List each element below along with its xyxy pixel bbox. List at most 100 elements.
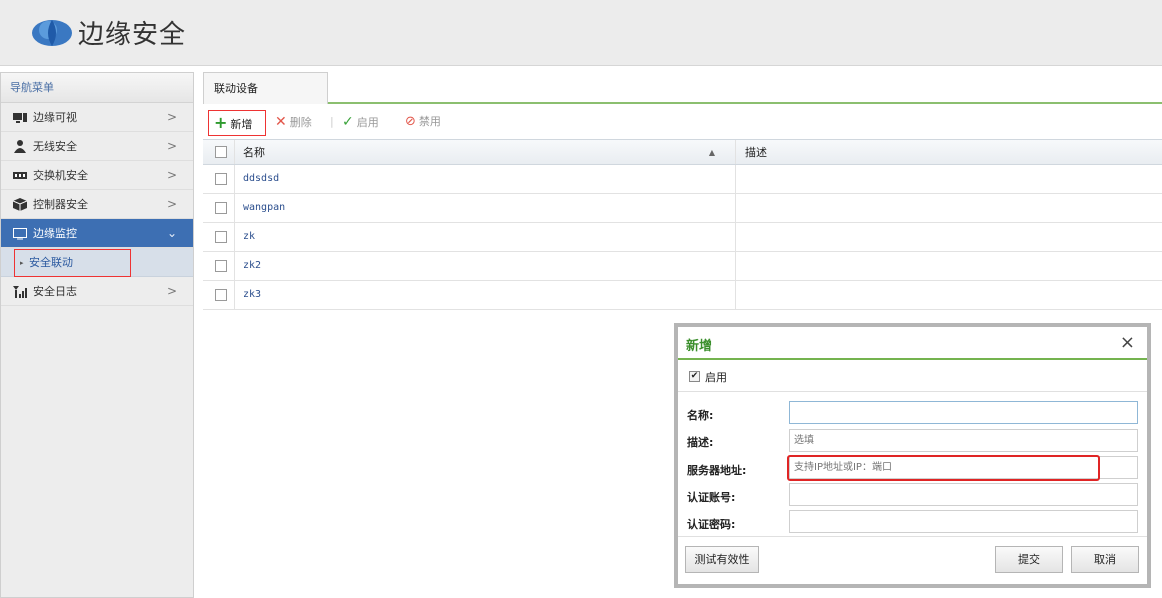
table-row[interactable]: zk2 <box>203 252 1162 281</box>
check-icon: ✓ <box>342 114 354 130</box>
row-name: wangpan <box>236 194 736 222</box>
row-checkbox[interactable] <box>215 202 227 214</box>
test-validity-button[interactable]: 测试有效性 <box>685 546 759 573</box>
ban-icon: ⊘ <box>405 114 416 129</box>
column-header-desc[interactable]: 描述 <box>737 140 1162 164</box>
sidebar-title: 导航菜单 <box>1 73 193 103</box>
sidebar-item-controller-security[interactable]: 控制器安全 > <box>1 190 193 219</box>
row-desc <box>737 252 1162 280</box>
app-header: 边缘安全 <box>0 0 1162 66</box>
chevron-right-icon: > <box>166 139 177 153</box>
sort-asc-icon: ▲ <box>708 148 715 157</box>
delete-button-label: 删除 <box>289 116 312 129</box>
sidebar-item-switch-security[interactable]: 交换机安全 > <box>1 161 193 190</box>
table-header: 名称 ▲ 描述 <box>203 139 1162 165</box>
sidebar-item-label: 控制器安全 <box>33 198 88 211</box>
auth-account-field-label: 认证账号: <box>687 491 736 504</box>
auth-account-field[interactable] <box>789 483 1138 506</box>
sidebar-item-security-log[interactable]: 安全日志 > <box>1 277 193 306</box>
table-row[interactable]: zk3 <box>203 281 1162 310</box>
dialog-footer: 测试有效性 提交 取消 <box>678 536 1147 584</box>
server-address-highlight <box>787 455 1100 481</box>
cube-icon <box>13 198 27 211</box>
logo-icon <box>32 20 72 46</box>
device-table: 名称 ▲ 描述 ddsdsd wangpan zk zk2 zk3 <box>203 139 1162 310</box>
plus-icon: + <box>214 113 228 132</box>
app-title: 边缘安全 <box>78 20 187 50</box>
chevron-down-icon: ⌄ <box>166 226 177 240</box>
server-address-field-label: 服务器地址: <box>687 464 747 477</box>
chevron-right-icon: > <box>166 197 177 211</box>
close-icon[interactable]: × <box>1120 332 1135 353</box>
display-icon <box>13 113 27 123</box>
toolbar-separator: | <box>330 115 334 128</box>
row-name: ddsdsd <box>236 165 736 193</box>
add-button[interactable]: + 新增 <box>208 110 266 136</box>
toolbar: + 新增 ✕ 删除 | ✓ 启用 ⊘ 禁用 <box>203 110 1162 138</box>
sidebar-item-label: 边缘可视 <box>33 111 77 124</box>
row-checkbox-cell <box>203 252 235 280</box>
row-desc <box>737 194 1162 222</box>
sidebar-item-edge-monitoring[interactable]: 边缘监控 ⌄ <box>1 219 193 248</box>
dialog-header: 新增 × <box>678 327 1147 360</box>
table-row[interactable]: ddsdsd <box>203 165 1162 194</box>
submit-button[interactable]: 提交 <box>995 546 1063 573</box>
dialog-title: 新增 <box>686 339 713 354</box>
table-row[interactable]: zk <box>203 223 1162 252</box>
sidebar-item-label: 交换机安全 <box>33 169 88 182</box>
sidebar-item-wireless-security[interactable]: 无线安全 > <box>1 132 193 161</box>
sidebar-item-label: 无线安全 <box>33 140 77 153</box>
add-dialog: 新增 × ✔ 启用 名称: 描述: 服务器地址: 认证账号: 认证密码: 测试有… <box>674 323 1151 588</box>
auth-password-field[interactable] <box>789 510 1138 533</box>
user-icon <box>14 140 26 153</box>
sidebar-item-edge-visibility[interactable]: 边缘可视 > <box>1 103 193 132</box>
enable-button[interactable]: ✓ 启用 <box>342 110 379 136</box>
column-header-name-label: 名称 <box>243 146 265 159</box>
enable-checkbox-label: 启用 <box>705 371 727 384</box>
sidebar: 导航菜单 边缘可视 > 无线安全 > 交换机安全 > 控制器安全 > 边缘监控 … <box>0 72 194 598</box>
chevron-right-icon: > <box>166 284 177 298</box>
sidebar-subitem-highlight[interactable]: ▸ 安全联动 <box>14 249 131 277</box>
row-name: zk2 <box>236 252 736 280</box>
sidebar-item-label: 边缘监控 <box>33 227 77 240</box>
tab-bar: 联动设备 <box>203 72 1162 104</box>
row-checkbox-cell <box>203 281 235 309</box>
name-field[interactable] <box>789 401 1138 424</box>
name-field-label: 名称: <box>687 409 714 422</box>
enable-button-label: 启用 <box>356 116 379 129</box>
row-desc <box>737 223 1162 251</box>
select-all-checkbox[interactable] <box>215 146 227 158</box>
description-field-label: 描述: <box>687 436 714 449</box>
cancel-button[interactable]: 取消 <box>1071 546 1139 573</box>
row-name: zk3 <box>236 281 736 309</box>
row-desc <box>737 281 1162 309</box>
sidebar-subitem-label: 安全联动 <box>29 256 73 269</box>
row-checkbox[interactable] <box>215 289 227 301</box>
tab-linkage-devices[interactable]: 联动设备 <box>203 72 328 104</box>
dialog-enable-row: ✔ 启用 <box>678 360 1147 392</box>
row-checkbox-cell <box>203 165 235 193</box>
column-header-name[interactable]: 名称 ▲ <box>236 140 736 164</box>
table-row[interactable]: wangpan <box>203 194 1162 223</box>
monitor-icon <box>13 228 27 240</box>
disable-button-label: 禁用 <box>418 115 441 128</box>
row-checkbox[interactable] <box>215 231 227 243</box>
signal-icon <box>13 286 27 298</box>
add-button-label: 新增 <box>230 118 253 131</box>
switch-icon <box>13 172 27 179</box>
sidebar-subitem-security-linkage[interactable]: ▸ 安全联动 <box>1 248 193 277</box>
row-desc <box>737 165 1162 193</box>
row-checkbox-cell <box>203 223 235 251</box>
description-field[interactable] <box>789 429 1138 452</box>
disable-button[interactable]: ⊘ 禁用 <box>405 110 441 136</box>
row-checkbox[interactable] <box>215 260 227 272</box>
row-checkbox[interactable] <box>215 173 227 185</box>
delete-button[interactable]: ✕ 删除 <box>275 110 312 136</box>
enable-checkbox[interactable]: ✔ <box>689 371 700 382</box>
row-checkbox-cell <box>203 194 235 222</box>
sidebar-item-label: 安全日志 <box>33 285 77 298</box>
delete-icon: ✕ <box>275 114 287 130</box>
auth-password-field-label: 认证密码: <box>687 518 736 531</box>
caret-right-icon: ▸ <box>20 259 24 267</box>
row-name: zk <box>236 223 736 251</box>
